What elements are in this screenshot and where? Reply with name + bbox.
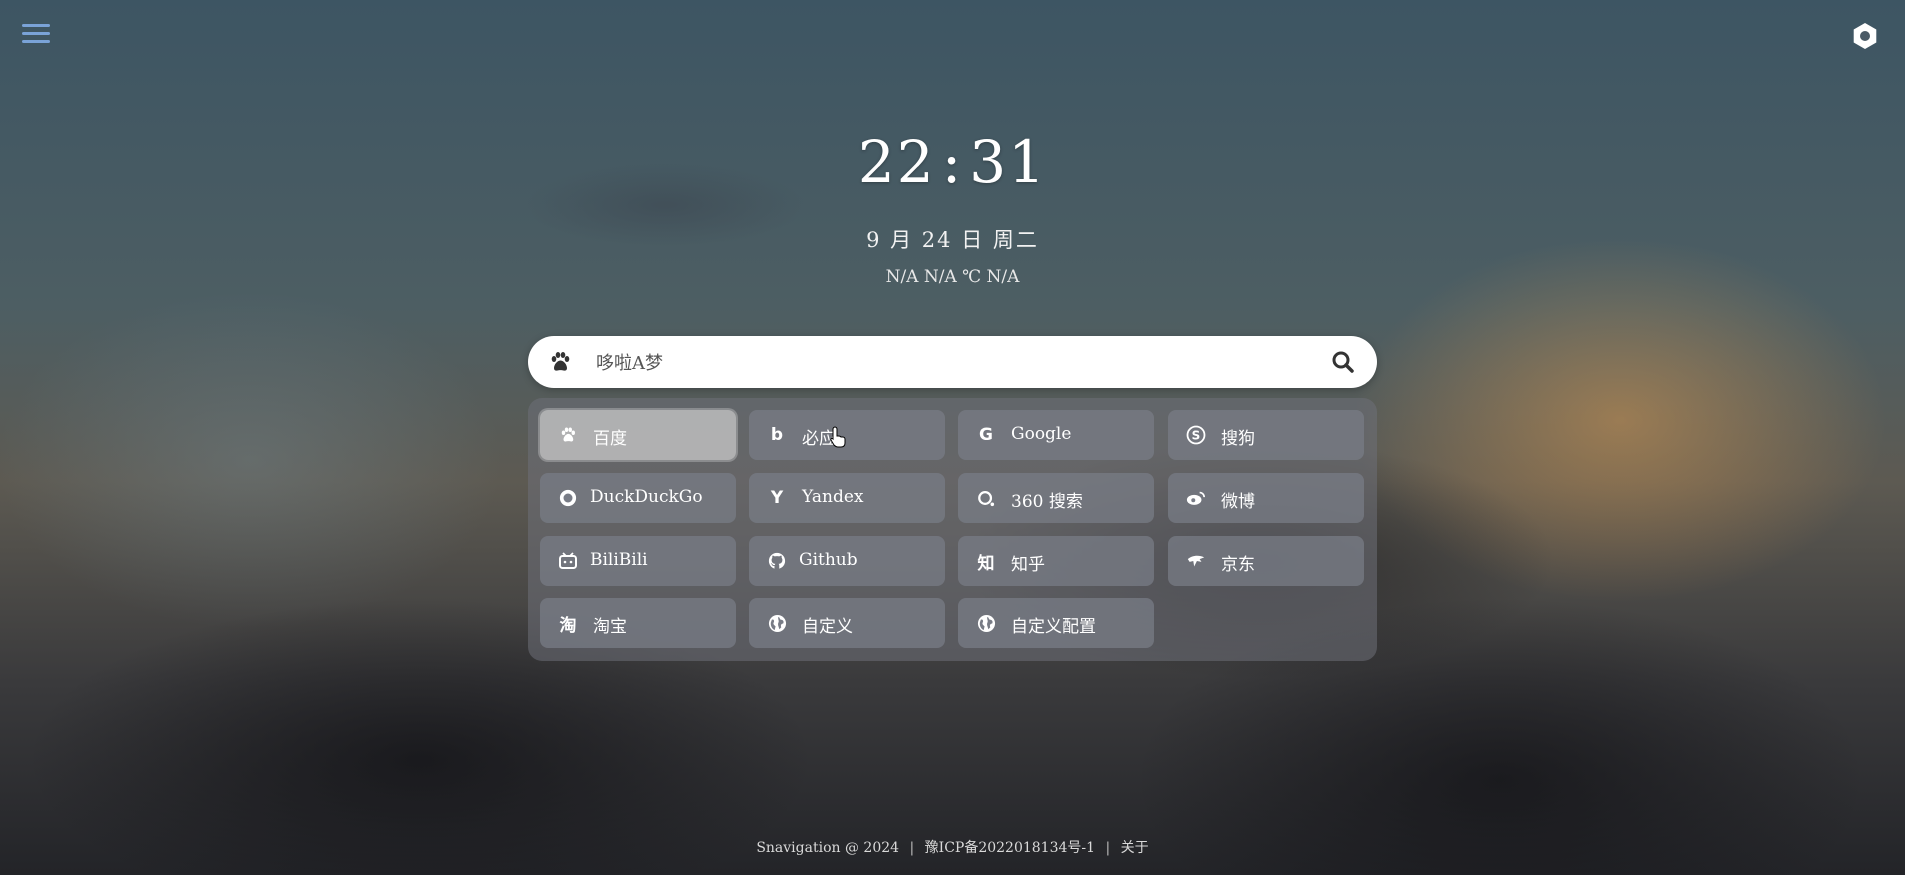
engine-tile-bing[interactable]: b 必应 bbox=[749, 410, 945, 460]
search-submit-button[interactable] bbox=[1331, 350, 1355, 374]
github-icon bbox=[767, 551, 787, 571]
engine-label: 360 搜索 bbox=[1011, 492, 1083, 512]
duckduckgo-icon bbox=[558, 488, 578, 508]
engine-tile-google[interactable]: G Google bbox=[958, 410, 1154, 460]
weather-display: N/A N/A ℃ N/A bbox=[885, 267, 1020, 287]
360-icon bbox=[976, 488, 996, 508]
paw-icon bbox=[551, 352, 570, 371]
engine-tile-yandex[interactable]: Y Yandex bbox=[749, 473, 945, 523]
hamburger-menu-icon bbox=[22, 24, 50, 27]
engine-label: 微博 bbox=[1221, 492, 1255, 512]
engine-label: 自定义 bbox=[802, 617, 853, 637]
clock: 22:31 bbox=[0, 128, 1905, 196]
yandex-icon: Y bbox=[770, 488, 784, 508]
settings-button[interactable] bbox=[1851, 22, 1879, 50]
engine-tile-baidu[interactable]: 百度 bbox=[540, 410, 736, 460]
jd-icon bbox=[1186, 551, 1206, 571]
google-icon: G bbox=[979, 425, 993, 445]
engine-label: DuckDuckGo bbox=[590, 487, 703, 507]
engine-tile-taobao[interactable]: 淘 淘宝 bbox=[540, 598, 736, 648]
weibo-icon bbox=[1186, 488, 1206, 508]
clock-hours: 22 bbox=[857, 128, 936, 196]
globe-icon bbox=[976, 613, 996, 633]
engine-label: 百度 bbox=[593, 429, 627, 449]
engine-tile-jd[interactable]: 京东 bbox=[1168, 536, 1364, 586]
engine-tile-github[interactable]: Github bbox=[749, 536, 945, 586]
time-display: 22:31 bbox=[0, 128, 1905, 196]
gear-icon bbox=[1853, 23, 1877, 49]
menu-button[interactable] bbox=[22, 24, 50, 48]
clock-minutes: 31 bbox=[969, 128, 1048, 196]
search-bar bbox=[528, 336, 1377, 388]
engine-tile-weibo[interactable]: 微博 bbox=[1168, 473, 1364, 523]
engine-label: 淘宝 bbox=[593, 617, 627, 637]
taobao-icon: 淘 bbox=[559, 615, 577, 636]
search-engine-selector[interactable] bbox=[548, 350, 572, 374]
sogou-icon: S bbox=[1186, 425, 1206, 445]
search-icon bbox=[1332, 351, 1354, 373]
footer: Snavigation @ 2024 | 豫ICP备2022018134号-1 … bbox=[0, 837, 1905, 857]
engine-tile-bilibili[interactable]: BiliBili bbox=[540, 536, 736, 586]
engine-tile-zhihu[interactable]: 知 知乎 bbox=[958, 536, 1154, 586]
engine-label: Google bbox=[1011, 424, 1072, 444]
engine-label: Github bbox=[799, 550, 858, 570]
search-input[interactable] bbox=[594, 346, 1298, 380]
footer-copyright: Snavigation @ 2024 bbox=[756, 840, 900, 856]
engine-label: 自定义配置 bbox=[1011, 617, 1096, 637]
hamburger-line bbox=[22, 40, 50, 43]
engine-tile-custom-config[interactable]: 自定义配置 bbox=[958, 598, 1154, 648]
bing-icon: b bbox=[770, 425, 784, 445]
engine-tile-360[interactable]: 360 搜索 bbox=[958, 473, 1154, 523]
engine-label: Yandex bbox=[802, 487, 864, 507]
engine-label: BiliBili bbox=[590, 550, 648, 570]
svg-text:S: S bbox=[1192, 429, 1201, 443]
hamburger-line bbox=[22, 32, 50, 35]
engine-tile-custom[interactable]: 自定义 bbox=[749, 598, 945, 648]
zhihu-icon: 知 bbox=[977, 553, 995, 574]
engine-tile-duckduckgo[interactable]: DuckDuckGo bbox=[540, 473, 736, 523]
mouse-pointer-icon bbox=[830, 426, 846, 448]
footer-icp-link[interactable]: 豫ICP备2022018134号-1 bbox=[925, 840, 1095, 856]
engine-tile-sogou[interactable]: S 搜狗 bbox=[1168, 410, 1364, 460]
footer-divider: | bbox=[1105, 840, 1111, 856]
globe-icon bbox=[767, 613, 787, 633]
engine-label: 搜狗 bbox=[1221, 429, 1255, 449]
engine-label: 京东 bbox=[1221, 555, 1255, 575]
footer-about-link[interactable]: 关于 bbox=[1121, 840, 1149, 856]
date-display: 9 月 24 日 周二 bbox=[866, 228, 1039, 252]
search-engine-panel: 百度 b 必应 G Google S 搜狗 DuckDuckGo Y Yande… bbox=[528, 398, 1377, 661]
engine-label: 知乎 bbox=[1011, 555, 1045, 575]
bilibili-icon bbox=[558, 551, 578, 571]
paw-icon bbox=[558, 425, 578, 445]
footer-divider: | bbox=[909, 840, 915, 856]
clock-separator: : bbox=[941, 128, 964, 196]
